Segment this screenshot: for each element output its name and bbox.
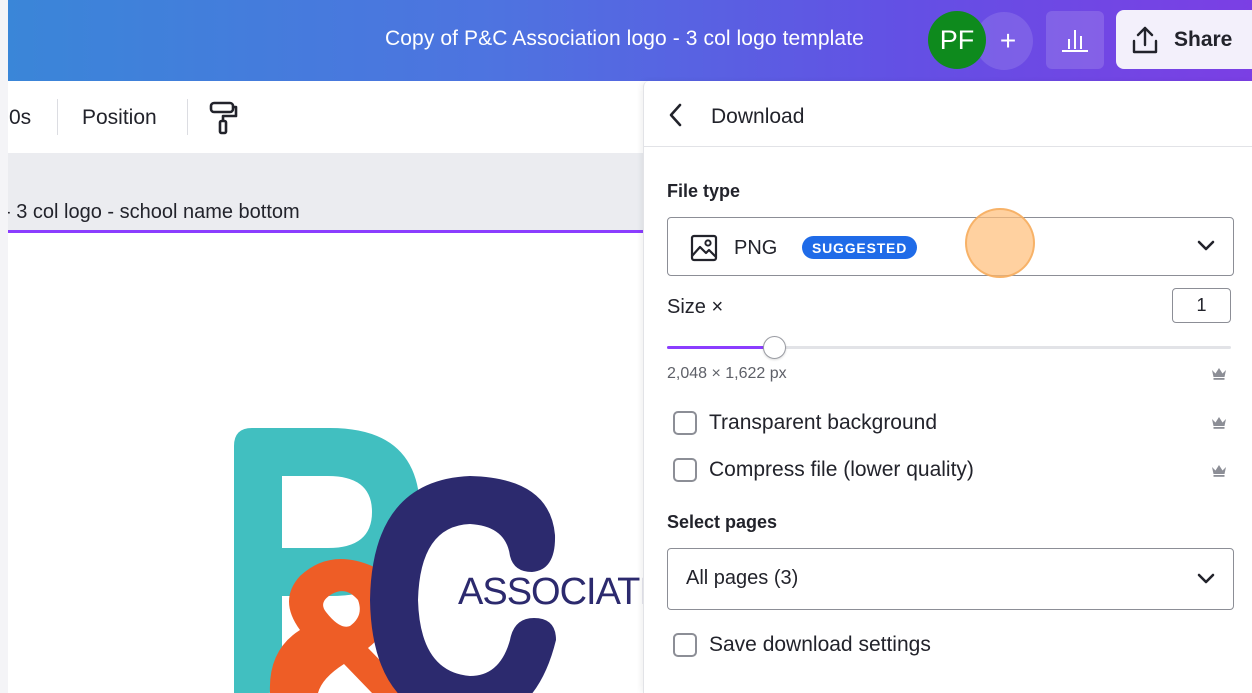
size-slider-fill bbox=[667, 346, 774, 349]
crown-icon bbox=[1212, 417, 1226, 429]
suggested-badge: SUGGESTED bbox=[802, 236, 918, 259]
file-type-label: File type bbox=[667, 181, 741, 201]
document-title[interactable]: Copy of P&C Association logo - 3 col log… bbox=[385, 27, 864, 51]
logo-association-text: ASSOCIATIO bbox=[458, 571, 643, 613]
save-download-settings-label: Save download settings bbox=[709, 633, 931, 656]
association-logo[interactable]: ASSOCIATIO bbox=[0, 153, 643, 693]
editor-toolbar: 0s Position bbox=[0, 81, 643, 153]
image-icon bbox=[690, 234, 718, 262]
export-dimensions: 2,048 × 1,622 px bbox=[667, 365, 787, 382]
bar-chart-icon bbox=[1062, 30, 1088, 52]
compress-file-checkbox[interactable] bbox=[673, 458, 697, 482]
cursor-highlight bbox=[965, 208, 1035, 278]
toolbar-divider bbox=[57, 99, 58, 135]
file-type-value: PNG bbox=[734, 237, 778, 259]
crown-icon bbox=[1212, 368, 1226, 380]
share-upload-icon bbox=[1132, 26, 1158, 53]
file-type-select[interactable]: PNG SUGGESTED bbox=[667, 217, 1234, 276]
design-canvas: - 3 col logo - school name bottom ASSOCI… bbox=[0, 153, 643, 693]
size-slider-thumb[interactable] bbox=[763, 336, 786, 359]
user-avatar[interactable]: PF bbox=[928, 11, 986, 69]
compress-file-option[interactable]: Compress file (lower quality) bbox=[673, 458, 974, 482]
save-download-settings-checkbox[interactable] bbox=[673, 633, 697, 657]
select-pages-dropdown[interactable]: All pages (3) bbox=[667, 548, 1234, 610]
chevron-down-icon bbox=[1197, 240, 1215, 251]
compress-file-label: Compress file (lower quality) bbox=[709, 458, 974, 481]
panel-title: Download bbox=[711, 105, 805, 128]
save-download-settings-option[interactable]: Save download settings bbox=[673, 633, 931, 657]
transparent-background-label: Transparent background bbox=[709, 411, 938, 434]
transparent-background-option[interactable]: Transparent background bbox=[673, 411, 937, 435]
chevron-left-icon[interactable] bbox=[668, 103, 684, 127]
select-pages-label: Select pages bbox=[667, 512, 778, 532]
insights-button[interactable] bbox=[1046, 11, 1104, 69]
chevron-down-icon bbox=[1197, 573, 1215, 584]
size-input[interactable]: 1 bbox=[1172, 288, 1231, 323]
size-label: Size × bbox=[667, 296, 724, 318]
share-label: Share bbox=[1174, 27, 1233, 51]
toolbar-position-button[interactable]: Position bbox=[82, 106, 157, 130]
top-bar: Copy of P&C Association logo - 3 col log… bbox=[0, 0, 1252, 81]
left-edge-strip bbox=[0, 0, 8, 693]
download-panel-header: Download bbox=[644, 81, 1252, 147]
transparent-background-checkbox[interactable] bbox=[673, 411, 697, 435]
download-panel: Download File type PNG SUGGESTED Size × … bbox=[643, 81, 1252, 693]
toolbar-divider bbox=[187, 99, 188, 135]
plus-icon: + bbox=[999, 25, 1017, 56]
size-slider[interactable] bbox=[667, 336, 1231, 359]
crown-icon bbox=[1212, 465, 1226, 477]
toolbar-duration-button[interactable]: 0s bbox=[9, 106, 31, 130]
share-button[interactable]: Share bbox=[1116, 10, 1252, 69]
select-pages-value: All pages (3) bbox=[686, 567, 799, 589]
paint-roller-icon[interactable] bbox=[208, 101, 238, 135]
